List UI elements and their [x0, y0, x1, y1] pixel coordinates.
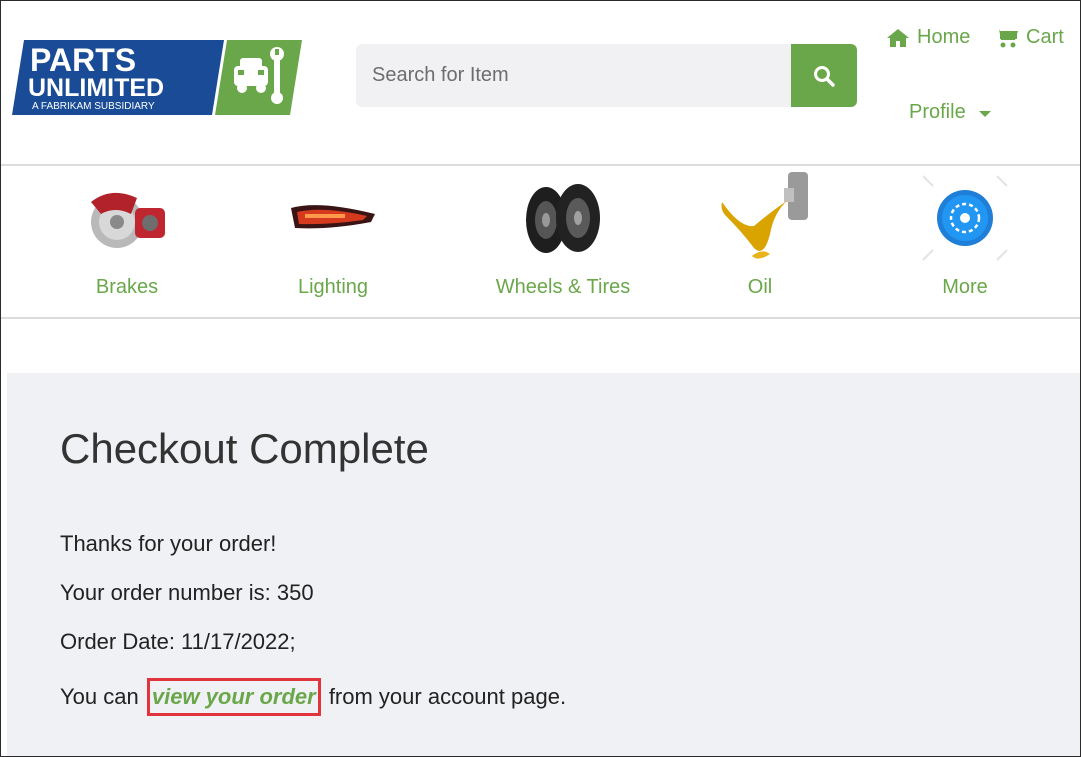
nav-profile-label: Profile: [909, 101, 966, 123]
category-wheels-tires[interactable]: Wheels & Tires: [488, 166, 638, 319]
home-icon: [887, 28, 909, 47]
tail-light-image: [289, 166, 377, 270]
search-input[interactable]: [356, 44, 791, 107]
site-header: PARTS UNLIMITED A FABRIKAM SUBSIDIARY Se…: [0, 0, 1081, 166]
nav-profile-dropdown[interactable]: Profile: [909, 101, 991, 124]
checkout-panel: Checkout Complete Thanks for your order!…: [7, 373, 1081, 757]
search-icon: [814, 65, 835, 87]
search-button[interactable]: [791, 44, 857, 107]
brake-image: [81, 166, 173, 270]
category-lighting[interactable]: Lighting: [278, 166, 388, 319]
thanks-message: Thanks for your order!: [60, 531, 277, 556]
view-order-suffix: from your account page.: [328, 684, 567, 709]
nav-home-link[interactable]: Home: [886, 26, 970, 49]
chevron-down-icon: [978, 110, 991, 117]
category-oil-label: Oil: [747, 276, 773, 298]
category-lighting-label: Lighting: [297, 276, 369, 298]
category-brakes-label: Brakes: [95, 276, 159, 298]
category-brakes[interactable]: Brakes: [72, 166, 182, 319]
page-title: Checkout Complete: [60, 425, 429, 472]
view-order-prefix: You can: [60, 684, 139, 709]
more-image: [919, 166, 1011, 270]
parts-unlimited-logo[interactable]: PARTS UNLIMITED A FABRIKAM SUBSIDIARY: [12, 40, 302, 115]
category-more-label: More: [942, 276, 988, 298]
order-date-text: Order Date: 11/17/2022;: [60, 629, 296, 654]
tires-image: [522, 166, 604, 270]
category-more[interactable]: More: [915, 166, 1015, 319]
category-bar: Brakes Lighting Wheels & Tires Oil More: [0, 166, 1081, 319]
brand-tagline: A FABRIKAM SUBSIDIARY: [32, 101, 155, 112]
nav-cart-label: Cart: [1026, 26, 1064, 48]
nav-cart-link[interactable]: Cart: [995, 26, 1064, 49]
view-order-link[interactable]: view your order: [146, 678, 321, 716]
nav-home-label: Home: [917, 26, 971, 48]
order-number-text: Your order number is: 350: [60, 580, 314, 605]
search-bar: [356, 44, 857, 107]
category-oil[interactable]: Oil: [710, 166, 810, 319]
cart-icon: [995, 28, 1018, 47]
view-order-sentence: You can view your order from your accoun…: [60, 678, 566, 716]
brand-line2: UNLIMITED: [28, 74, 164, 102]
category-wheels-tires-label: Wheels & Tires: [495, 276, 631, 298]
brand-line1: PARTS: [30, 42, 136, 78]
oil-image: [712, 166, 808, 270]
